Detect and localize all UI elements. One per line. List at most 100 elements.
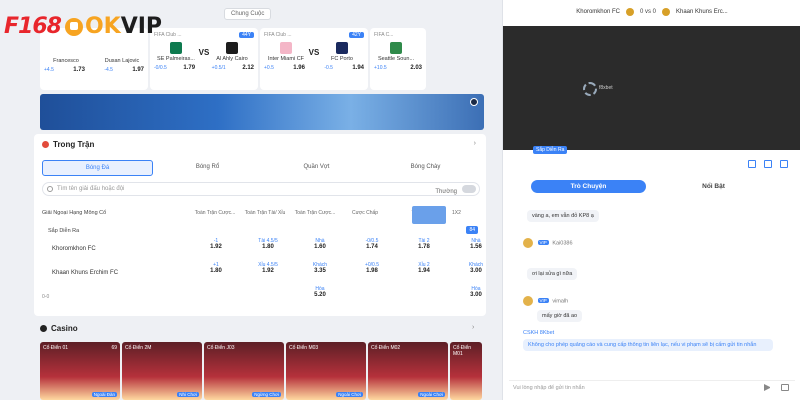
away-team: Al Ahly Cairo [210, 42, 254, 62]
search-input[interactable]: Tìm tên giải đấu hoặc đội Thường [42, 182, 480, 196]
home-team-name[interactable]: Khoromkhon FC [52, 246, 96, 252]
odds-row: -1 1.92 Tài 4.5/5 1.80 Nhà 1.60 -0/0.5 1.74 … [190, 238, 502, 262]
upcoming-label: Sắp Diễn Ra [48, 228, 80, 234]
odds-cell [398, 286, 450, 310]
odds-cell[interactable]: Xỉu 4.5/5 1.92 [242, 262, 294, 286]
odds-cell[interactable]: Khách 3.00 [450, 262, 502, 286]
search-icon [47, 186, 53, 192]
play-icon[interactable] [748, 160, 756, 168]
odds-row: Hòa 5.20 Hòa 3.00 [190, 286, 502, 310]
tab-bong-da[interactable]: Bóng Đá [42, 160, 153, 176]
chevron-right-icon[interactable]: › [474, 140, 476, 147]
league-name: FIFA Club ... [264, 32, 292, 38]
home-team-icon [625, 8, 634, 16]
casino-game-card[interactable]: Cổ Điển 2M Nhi Chơi [122, 342, 202, 400]
casino-game-card[interactable]: Cổ Điển J03 Ngừng Chơi [204, 342, 284, 400]
casino-game-card[interactable]: Cổ Điển M01 [450, 342, 482, 400]
odds-cell[interactable]: -0/0.5 1.74 [346, 238, 398, 262]
home-shirt-icon [170, 42, 182, 54]
player-controls [748, 160, 788, 168]
okvip-crown-icon [64, 17, 83, 36]
away-team: Khaan Khuns Erc... [676, 9, 728, 15]
avatar [523, 296, 533, 306]
view-toggle[interactable] [462, 185, 476, 193]
casino-game-card[interactable]: Cổ Điển M02 Ngoài Chơi [368, 342, 448, 400]
stream-chat-sidebar: Khoromkhon FC 0 vs 0 Khaan Khuns Erc... … [502, 0, 800, 400]
odds-cell[interactable]: Nhà 1.60 [294, 238, 346, 262]
odds-cell[interactable]: +1 1.80 [190, 262, 242, 286]
casino-game-card[interactable]: Cổ Điển M03 Ngoài Chơi [286, 342, 366, 400]
home-team: Francesco [53, 58, 79, 64]
odds-cell[interactable]: Tài 4.5/5 1.80 [242, 238, 294, 262]
live-score: 0-0 [42, 294, 50, 300]
casino-game-card[interactable]: Cổ Điển 01 69 Ngoài Đàn [40, 342, 120, 400]
odds-cell [190, 286, 242, 310]
away-team-name[interactable]: Khaan Khuns Erchim FC [52, 270, 118, 276]
col-1x2: 1X2 [452, 210, 461, 216]
chevron-right-icon[interactable]: › [472, 324, 474, 331]
tab-bong-chay[interactable]: Bóng Chày [371, 160, 480, 176]
odds-grid: -1 1.92 Tài 4.5/5 1.80 Nhà 1.60 -0/0.5 1.74 … [190, 238, 502, 310]
tab-highlights[interactable]: Nổi Bật [656, 180, 771, 193]
odds-cell[interactable]: Nhà 1.56 [450, 238, 502, 262]
in-play-panel: Trong Trận › Bóng Đá Bóng Rổ Quần Vợt Bó… [34, 134, 486, 316]
away-team: FC Porto [320, 42, 364, 62]
tab-chung-cuoc[interactable]: Chung Cuộc [224, 8, 272, 20]
away-shirt-icon [335, 42, 348, 54]
odds-cell[interactable]: Khách 3.35 [294, 262, 346, 286]
home-team: SE Palmeiras... [154, 42, 198, 62]
casino-icon [40, 325, 47, 332]
video-player[interactable]: f8xbet [503, 26, 800, 150]
odds-cell[interactable]: Hòa 3.00 [450, 286, 502, 310]
league-name: Giải Ngoại Hạng Mông Cổ [42, 210, 107, 216]
section-title: Casino [40, 324, 78, 333]
odds-cell[interactable]: +0/0.5 1.98 [346, 262, 398, 286]
fullscreen-icon[interactable] [780, 160, 788, 168]
tab-bong-ro[interactable]: Bóng Rổ [153, 160, 262, 176]
vip-badge: VIP [537, 298, 549, 304]
tab-quan-vot[interactable]: Quần Vợt [262, 160, 371, 176]
chat-input[interactable]: Vui lòng nhập để gửi tin nhắn [509, 380, 795, 394]
odds-column-headers: Toàn Trận Cược... Toàn Trận Tài/ Xỉu Toà… [194, 210, 419, 216]
odds-cell[interactable]: Xỉu 2 1.94 [398, 262, 450, 286]
spinner-label: f8xbet [599, 85, 613, 91]
chat-tabs: Trò Chuyện Nổi Bật [531, 180, 771, 193]
chat-message: VIP Kai0386 [523, 238, 573, 248]
f168-logo[interactable]: F168 [4, 14, 62, 39]
highlight-box[interactable] [412, 206, 446, 224]
live-dot-icon [42, 141, 49, 148]
upcoming-tag: Sắp Diễn Ra [533, 146, 568, 154]
away-shirt-icon [225, 42, 238, 54]
toggle-label: Thường [435, 189, 457, 195]
home-team: Inter Miami CF [264, 42, 308, 62]
odds-cell[interactable]: Tài 2 1.78 [398, 238, 450, 262]
loading-spinner-icon [583, 82, 597, 96]
send-icon[interactable] [764, 384, 771, 391]
match-card[interactable]: FIFA C... Seattle Soun... +10.5 2.03 [370, 28, 426, 90]
odds-cell [346, 286, 398, 310]
brand-logos: F168 OK VIP [4, 14, 162, 39]
section-title: Trong Trận [42, 140, 94, 149]
banner-pause-icon[interactable] [470, 98, 478, 106]
stream-header: Khoromkhon FC 0 vs 0 Khaan Khuns Erc... [511, 8, 793, 16]
stats-icon[interactable] [764, 160, 772, 168]
okvip-logo[interactable]: OK VIP [64, 14, 162, 39]
tab-chat[interactable]: Trò Chuyện [531, 180, 646, 193]
vs-label: VS [198, 47, 210, 57]
vip-badge: VIP [537, 240, 549, 246]
odds-cell[interactable]: Hòa 5.20 [294, 286, 346, 310]
away-team-icon [662, 8, 670, 16]
match-card[interactable]: FIFA Club ... 44Y SE Palmeiras... VS Al … [150, 28, 258, 90]
vs-label: VS [308, 47, 320, 57]
odds-cell [242, 286, 294, 310]
promo-banner[interactable] [40, 94, 484, 130]
home-shirt-icon [390, 42, 402, 54]
score: 0 vs 0 [639, 9, 656, 15]
market-count-badge[interactable]: 84 [466, 226, 478, 234]
match-card[interactable]: FIFA Club ... 42Y Inter Miami CF VS FC P… [260, 28, 368, 90]
main-content: F168 OK VIP Chung Cuộc Francesco Dusan L… [0, 0, 500, 400]
odds-cell[interactable]: -1 1.92 [190, 238, 242, 262]
sport-tabs: Bóng Đá Bóng Rổ Quần Vợt Bóng Chày [42, 160, 480, 176]
home-team: Seattle Soun... [374, 42, 418, 62]
image-icon[interactable] [781, 384, 789, 391]
